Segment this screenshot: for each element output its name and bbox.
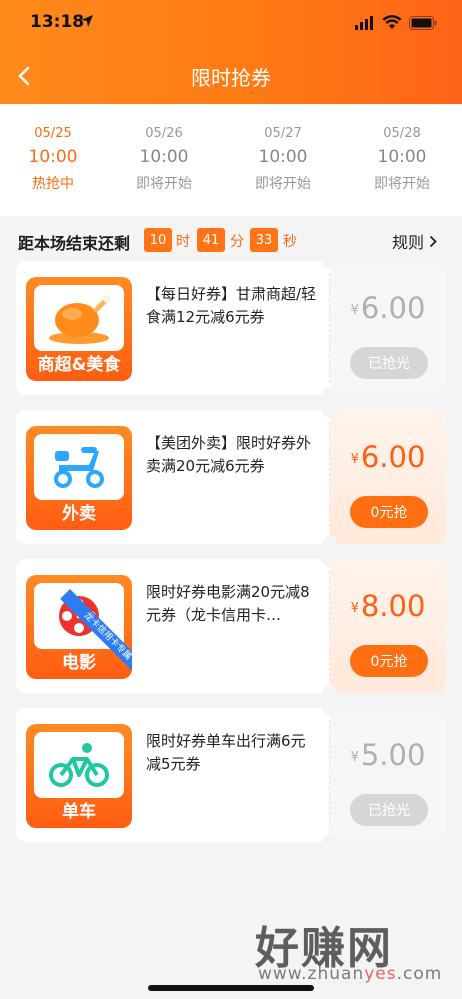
session-tabs: 05/25 10:00 热抢中 05/26 10:00 即将开始 05/27 1… — [0, 104, 462, 216]
divider — [329, 422, 330, 532]
coupon-category: 电影 — [62, 653, 96, 673]
status-time: 13:18 — [30, 12, 85, 32]
divider — [329, 273, 330, 383]
tab-date: 05/25 — [34, 126, 72, 141]
coupon-title: 限时好券电影满20元减8元券（龙卡信用卡… — [146, 583, 310, 624]
divider — [329, 720, 330, 830]
countdown-minutes-unit: 分 — [230, 234, 244, 250]
coupon-title: 【美团外卖】限时好券外卖满20元减6元券 — [146, 434, 312, 475]
watermark-url-suffix: .com — [396, 964, 443, 984]
coupon-category: 单车 — [62, 802, 96, 822]
watermark-url-prefix: www.zhuan — [258, 964, 365, 984]
wifi-icon — [382, 15, 402, 29]
tab-session-4[interactable]: 05/28 10:00 即将开始 — [357, 126, 447, 193]
location-arrow-icon — [81, 15, 93, 27]
countdown-seconds-unit: 秒 — [283, 234, 297, 250]
coupon-thumbnail: 外卖 — [26, 426, 132, 530]
currency-symbol: ¥ — [350, 601, 359, 616]
tab-date: 05/26 — [145, 126, 183, 141]
tab-date: 05/28 — [383, 126, 421, 141]
watermark-url-highlight: yes — [364, 964, 397, 984]
coupon-thumbnail: 商超&美食 — [26, 277, 132, 381]
price-amount: 6.00 — [360, 440, 426, 474]
coupon-category: 商超&美食 — [37, 355, 121, 375]
countdown-row: 距本场结束还剩 10 时 41 分 33 秒 规则 — [0, 226, 462, 256]
status-bar: 13:18 — [0, 0, 462, 48]
tab-time: 10:00 — [377, 147, 427, 167]
coupon-price: ¥6.00 — [330, 440, 446, 474]
grab-coupon-button[interactable]: 0元抢 — [350, 496, 428, 528]
coupon-card[interactable]: 龙卡信用卡专属 电影 限时好券电影满20元减8元券（龙卡信用卡… ¥8.00 0… — [16, 559, 446, 693]
tab-session-1[interactable]: 05/25 10:00 热抢中 — [8, 126, 98, 193]
sold-out-button[interactable]: 已抢光 — [350, 347, 428, 379]
currency-symbol: ¥ — [350, 452, 359, 467]
price-amount: 6.00 — [360, 291, 426, 325]
currency-symbol: ¥ — [350, 750, 359, 765]
countdown-hours: 10 — [144, 228, 172, 252]
sold-out-button[interactable]: 已抢光 — [350, 794, 428, 826]
scooter-icon — [54, 447, 104, 488]
tab-status: 即将开始 — [136, 176, 192, 192]
roast-chicken-icon — [49, 295, 111, 344]
tab-time: 10:00 — [139, 147, 189, 167]
tab-status: 即将开始 — [374, 176, 430, 192]
coupon-card[interactable]: 商超&美食 【每日好券】甘肃商超/轻食满12元减6元券 ¥6.00 已抢光 — [16, 261, 446, 395]
bicycle-icon — [49, 743, 109, 787]
battery-icon — [409, 16, 437, 30]
tab-status: 热抢中 — [32, 176, 74, 192]
tab-status: 即将开始 — [255, 176, 311, 192]
coupon-thumbnail: 单车 — [26, 724, 132, 828]
rules-link[interactable]: 规则 — [392, 229, 437, 253]
coupon-price: ¥5.00 — [330, 738, 446, 772]
tab-time: 10:00 — [258, 147, 308, 167]
tab-date: 05/27 — [264, 126, 302, 141]
home-indicator — [148, 985, 314, 991]
price-amount: 5.00 — [360, 738, 426, 772]
rules-label: 规则 — [392, 233, 425, 252]
watermark-url: www.zhuanyes.com — [258, 964, 442, 984]
countdown-hours-unit: 时 — [176, 234, 190, 250]
grab-coupon-button[interactable]: 0元抢 — [350, 645, 428, 677]
page-title: 限时抢券 — [191, 66, 271, 90]
countdown-seconds: 33 — [250, 228, 278, 252]
tab-session-2[interactable]: 05/26 10:00 即将开始 — [119, 126, 209, 193]
tab-session-3[interactable]: 05/27 10:00 即将开始 — [238, 126, 328, 193]
coupon-category: 外卖 — [62, 504, 96, 524]
header-bar: 13:18 限时抢券 — [0, 0, 462, 104]
currency-symbol: ¥ — [350, 303, 359, 318]
tab-time: 10:00 — [28, 147, 78, 167]
price-amount: 8.00 — [360, 589, 426, 623]
chevron-right-icon — [429, 235, 437, 247]
countdown-label: 距本场结束还剩 — [18, 234, 131, 253]
coupon-title: 限时好券单车出行满6元减5元券 — [146, 732, 306, 773]
coupon-price: ¥6.00 — [330, 291, 446, 325]
coupon-title: 【每日好券】甘肃商超/轻食满12元减6元券 — [146, 285, 317, 326]
coupon-card[interactable]: 单车 限时好券单车出行满6元减5元券 ¥5.00 已抢光 — [16, 708, 446, 842]
countdown-minutes: 41 — [197, 228, 225, 252]
coupon-price: ¥8.00 — [330, 589, 446, 623]
cellular-signal-icon — [355, 16, 373, 30]
coupon-thumbnail: 龙卡信用卡专属 电影 — [26, 575, 132, 679]
coupon-card[interactable]: 外卖 【美团外卖】限时好券外卖满20元减6元券 ¥6.00 0元抢 — [16, 410, 446, 544]
divider — [329, 571, 330, 681]
